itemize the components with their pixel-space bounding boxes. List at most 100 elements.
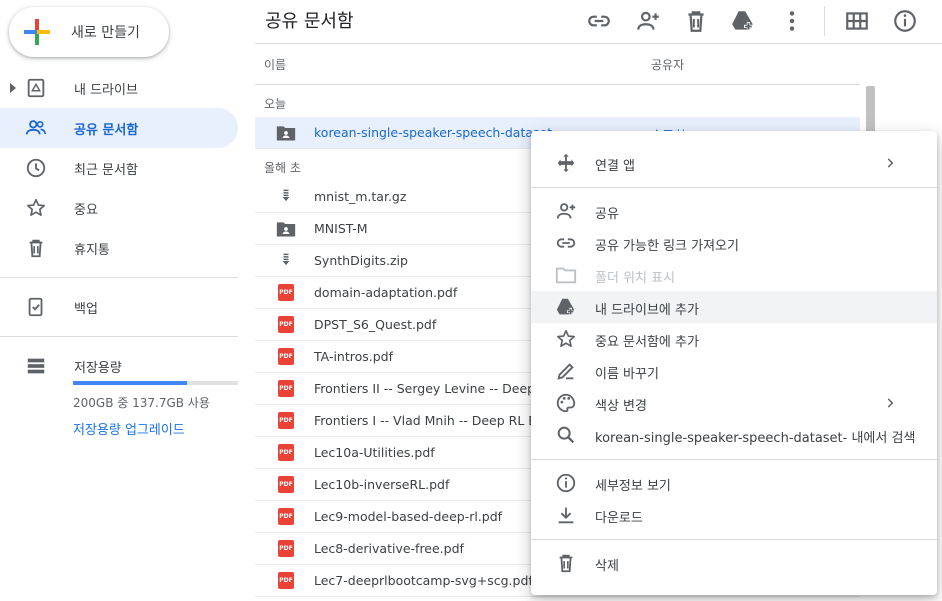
pdf-badge: PDF <box>278 284 294 301</box>
link-icon <box>556 238 576 248</box>
menu-item-add-to-drive[interactable]: 내 드라이브에 추가 <box>531 291 937 323</box>
pdf-icon: PDF <box>276 316 296 334</box>
file-name: korean-single-speaker-speech-dataset <box>314 125 553 140</box>
pdf-badge: PDF <box>278 316 294 333</box>
file-name: SynthDigits.zip <box>314 253 408 268</box>
pdf-icon: PDF <box>276 412 296 430</box>
sidebar-nav: 내 드라이브 공유 문서함 최근 문서함 중요 휴지통 백업 저장용량 <box>0 68 240 386</box>
storage-progress-fill <box>73 381 187 385</box>
sidebar-item-recent[interactable]: 최근 문서함 <box>0 148 240 188</box>
pdf-icon: PDF <box>276 476 296 494</box>
sidebar-item-storage[interactable]: 저장용량 <box>0 346 240 386</box>
column-owner-header[interactable]: 공유자 <box>651 56 684 73</box>
section-label: 올해 초 <box>264 161 301 175</box>
info-icon <box>556 473 576 493</box>
download-icon <box>558 507 574 524</box>
menu-item-open-with[interactable]: 연결 앱 <box>531 147 937 179</box>
add-person-icon <box>556 203 576 219</box>
pdf-icon: PDF <box>276 348 296 366</box>
menu-item-remove[interactable]: 삭제 <box>531 547 937 579</box>
add-person-icon[interactable] <box>635 8 661 34</box>
menu-item-label: 세부정보 보기 <box>595 479 671 494</box>
trash-icon <box>29 239 43 258</box>
file-name: Lec9-model-based-deep-rl.pdf <box>314 509 503 524</box>
menu-item-label: 연결 앱 <box>595 159 636 174</box>
sidebar: 새로 만들기 내 드라이브 공유 문서함 최근 문서함 중요 휴지통 백업 저장… <box>0 0 255 601</box>
backup-icon <box>28 297 43 317</box>
pdf-badge: PDF <box>278 348 294 365</box>
storage-progress-bar <box>73 381 238 385</box>
sidebar-divider <box>0 336 238 337</box>
sidebar-item-shared[interactable]: 공유 문서함 <box>0 108 238 148</box>
chevron-right-icon <box>887 398 894 408</box>
menu-item-label: 폴더 위치 표시 <box>595 271 676 286</box>
more-vert-icon[interactable] <box>779 8 805 34</box>
new-button[interactable]: 새로 만들기 <box>9 7 169 57</box>
pdf-icon: PDF <box>276 540 296 558</box>
file-name: TA-intros.pdf <box>314 349 394 364</box>
file-name: MNIST-M <box>314 221 368 236</box>
section-today: 오늘 <box>255 85 860 117</box>
sidebar-item-label: 최근 문서함 <box>74 162 138 178</box>
pdf-icon: PDF <box>276 284 296 302</box>
pdf-badge: PDF <box>278 412 294 429</box>
menu-item-label: 색상 변경 <box>595 399 647 414</box>
menu-item-details[interactable]: 세부정보 보기 <box>531 467 937 499</box>
section-label: 오늘 <box>264 97 287 111</box>
menu-divider <box>531 539 937 540</box>
file-name: Lec8-derivative-free.pdf <box>314 541 464 556</box>
pdf-badge: PDF <box>278 572 294 589</box>
trash-icon[interactable] <box>683 8 709 34</box>
add-to-drive-icon <box>556 298 575 316</box>
sidebar-item-label: 내 드라이브 <box>74 82 138 98</box>
sidebar-item-trash[interactable]: 휴지통 <box>0 228 240 268</box>
archive-icon <box>282 253 290 266</box>
link-icon[interactable] <box>586 8 612 34</box>
grid-view-icon[interactable] <box>844 8 870 34</box>
pdf-icon: PDF <box>276 380 296 398</box>
menu-item-search-within[interactable]: korean-single-speaker-speech-dataset- 내에… <box>531 419 937 451</box>
file-name: DPST_S6_Quest.pdf <box>314 317 437 332</box>
menu-item-add-starred[interactable]: 중요 문서함에 추가 <box>531 323 937 355</box>
pencil-icon <box>557 363 574 380</box>
storage-icon <box>27 358 45 374</box>
move-arrows-icon <box>557 153 575 173</box>
chevron-right-icon <box>887 158 894 168</box>
page-title: 공유 문서함 <box>265 11 354 32</box>
column-name-header[interactable]: 이름 <box>264 56 286 73</box>
menu-item-label: 삭제 <box>595 559 619 574</box>
my-drive-icon <box>27 78 45 98</box>
scrollbar-thumb[interactable] <box>866 86 875 136</box>
menu-item-label: 다운로드 <box>595 511 643 526</box>
shared-folder-icon <box>276 126 296 141</box>
sidebar-item-starred[interactable]: 중요 <box>0 188 240 228</box>
menu-item-label: 내 드라이브에 추가 <box>595 303 699 318</box>
menu-item-share[interactable]: 공유 <box>531 195 937 227</box>
clock-icon <box>26 158 46 178</box>
star-icon <box>557 329 575 347</box>
pdf-badge: PDF <box>278 444 294 461</box>
sidebar-item-my-drive[interactable]: 내 드라이브 <box>0 68 240 108</box>
people-icon <box>25 120 46 135</box>
pdf-badge: PDF <box>278 380 294 397</box>
palette-icon <box>556 393 576 413</box>
menu-item-change-color[interactable]: 색상 변경 <box>531 387 937 419</box>
menu-item-label: 공유 <box>595 207 619 222</box>
archive-icon <box>282 189 290 202</box>
expand-caret-icon[interactable] <box>10 83 16 93</box>
column-header: 이름 공유자 <box>255 44 860 85</box>
file-name: Lec7-deeprlbootcamp-svg+scg.pdf <box>314 573 533 588</box>
sidebar-item-backup[interactable]: 백업 <box>0 287 240 327</box>
file-name: domain-adaptation.pdf <box>314 285 458 300</box>
sidebar-item-label: 백업 <box>74 301 98 317</box>
add-to-drive-icon[interactable] <box>730 8 756 34</box>
menu-item-label: 중요 문서함에 추가 <box>595 335 699 350</box>
menu-item-label: 이름 바꾸기 <box>595 367 659 382</box>
storage-upgrade-link[interactable]: 저장용량 업그레이드 <box>73 419 185 438</box>
info-icon[interactable] <box>892 8 918 34</box>
menu-item-rename[interactable]: 이름 바꾸기 <box>531 355 937 387</box>
menu-item-get-link[interactable]: 공유 가능한 링크 가져오기 <box>531 227 937 259</box>
folder-icon <box>555 267 577 284</box>
new-button-label: 새로 만들기 <box>71 25 140 41</box>
menu-item-download[interactable]: 다운로드 <box>531 499 937 531</box>
